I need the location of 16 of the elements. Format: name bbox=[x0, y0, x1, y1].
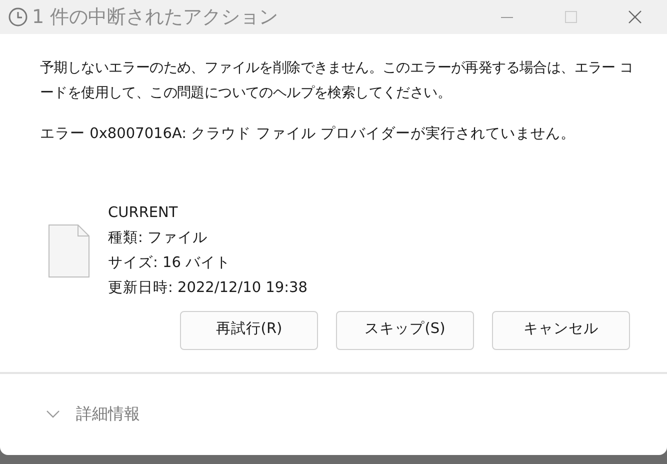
window-title: 1 件の中断されたアクション bbox=[32, 4, 278, 30]
maximize-icon[interactable] bbox=[565, 11, 577, 23]
file-icon bbox=[48, 224, 90, 278]
minimize-icon[interactable] bbox=[501, 16, 513, 18]
details-toggle[interactable]: 詳細情報 bbox=[76, 402, 140, 426]
close-icon[interactable] bbox=[628, 10, 642, 24]
file-detail: サイズ: 16 バイト bbox=[108, 254, 232, 273]
file-name: CURRENT bbox=[108, 204, 179, 223]
error-code-text: エラー 0x8007016A: クラウド ファイル プロバイダーが実行されていません。 bbox=[40, 124, 576, 144]
error-message: 予期しないエラーのため、ファイルを削除できません。このエラーが再発する場合は、エラー コードを使用して、この問題についてのヘルプを検索してください。 bbox=[40, 59, 634, 103]
clock-icon bbox=[8, 7, 28, 27]
dialog-button[interactable]: キャンセル bbox=[492, 310, 630, 350]
dialog-button[interactable]: 再試行(R) bbox=[180, 310, 318, 350]
file-detail: 更新日時: 2022/12/10 19:38 bbox=[108, 278, 308, 298]
dialog-button[interactable]: スキップ(S) bbox=[336, 310, 474, 350]
file-detail: 種類: ファイル bbox=[108, 228, 208, 248]
